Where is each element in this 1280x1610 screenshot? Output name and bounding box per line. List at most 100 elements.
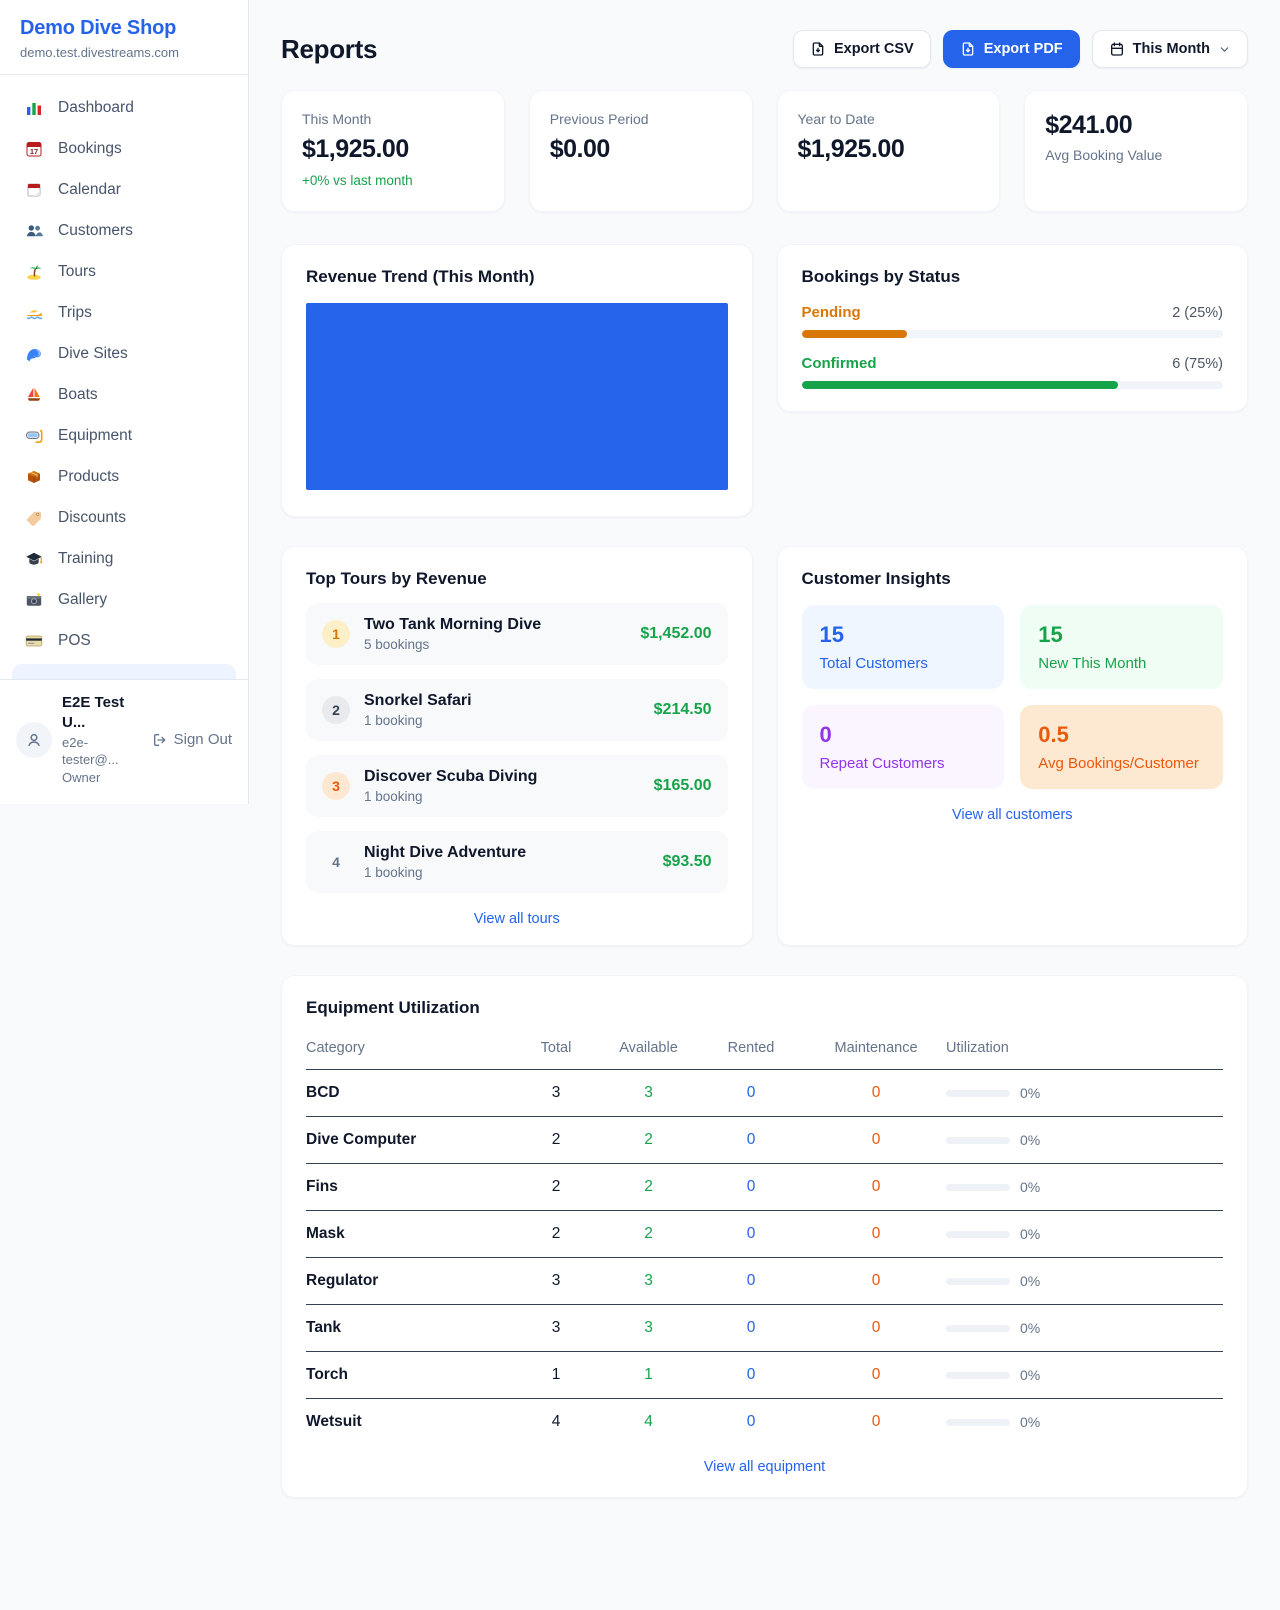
credit-card-icon (24, 631, 44, 651)
stat-label: Avg Booking Value (1045, 147, 1227, 163)
page-header: Reports Export CSV Export PDF This Month (281, 30, 1248, 68)
column-header: Available (601, 1034, 696, 1070)
utilization-bar (946, 1419, 1010, 1426)
equipment-rented: 0 (696, 1305, 806, 1352)
svg-text:17: 17 (30, 147, 38, 156)
user-email: e2e-tester@... (62, 734, 142, 769)
tour-row: 4 Night Dive Adventure 1 booking $93.50 (306, 831, 728, 893)
sidebar-item-tours[interactable]: Tours (12, 252, 236, 292)
status-bar-track (802, 381, 1224, 389)
equipment-rented: 0 (696, 1117, 806, 1164)
tour-bookings: 5 bookings (364, 637, 541, 652)
sidebar: Demo Dive Shop demo.test.divestreams.com… (0, 0, 249, 804)
main-content: Reports Export CSV Export PDF This Month… (249, 0, 1280, 1538)
calendar-icon (1109, 41, 1125, 57)
column-header: Maintenance (806, 1034, 946, 1070)
equipment-available: 3 (601, 1305, 696, 1352)
sidebar-item-calendar[interactable]: Calendar (12, 170, 236, 210)
equipment-category: Tank (306, 1305, 511, 1352)
tour-bookings: 1 booking (364, 713, 472, 728)
view-all-equipment-link[interactable]: View all equipment (306, 1459, 1223, 1475)
view-all-tours-link[interactable]: View all tours (306, 911, 728, 927)
tag-icon (24, 508, 44, 528)
equipment-total: 3 (511, 1258, 601, 1305)
rank-badge: 1 (322, 620, 350, 648)
sidebar-item-dashboard[interactable]: Dashboard (12, 88, 236, 128)
sign-out-icon (152, 732, 168, 748)
equipment-rented: 0 (696, 1164, 806, 1211)
utilization-bar (946, 1137, 1010, 1144)
stat-delta: +0% vs last month (302, 173, 484, 188)
top-tours-title: Top Tours by Revenue (306, 569, 728, 589)
tour-row: 2 Snorkel Safari 1 booking $214.50 (306, 679, 728, 741)
tour-bookings: 1 booking (364, 789, 537, 804)
sidebar-item-customers[interactable]: Customers (12, 211, 236, 251)
sidebar-item-dive-sites[interactable]: Dive Sites (12, 334, 236, 374)
sign-out-button[interactable]: Sign Out (152, 731, 232, 748)
stat-card-year-to-date: Year to Date $1,925.00 (777, 90, 1001, 212)
header-actions: Export CSV Export PDF This Month (793, 30, 1248, 68)
sidebar-item-label: Discounts (58, 509, 126, 527)
utilization-pct: 0% (1020, 1414, 1040, 1430)
equipment-maintenance: 0 (806, 1211, 946, 1258)
sidebar-item-discounts[interactable]: Discounts (12, 498, 236, 538)
sidebar-item-products[interactable]: Products (12, 457, 236, 497)
sidebar-item-gallery[interactable]: Gallery (12, 580, 236, 620)
utilization-bar (946, 1184, 1010, 1191)
sidebar-item-label: Boats (58, 386, 98, 404)
utilization-pct: 0% (1020, 1085, 1040, 1101)
utilization-pct: 0% (1020, 1320, 1040, 1336)
user-name: E2E Test U... (62, 693, 142, 734)
charts-row: Revenue Trend (This Month) Bookings by S… (281, 244, 1248, 517)
sidebar-item-bookings[interactable]: 17 Bookings (12, 129, 236, 169)
sidebar-item-equipment[interactable]: Equipment (12, 416, 236, 456)
utilization-pct: 0% (1020, 1273, 1040, 1289)
view-all-customers-link[interactable]: View all customers (802, 807, 1224, 823)
equipment-maintenance: 0 (806, 1399, 946, 1446)
top-tours-card: Top Tours by Revenue 1 Two Tank Morning … (281, 546, 753, 946)
export-pdf-button[interactable]: Export PDF (943, 30, 1080, 68)
sidebar-item-selected-partial[interactable] (12, 664, 236, 679)
equipment-available: 3 (601, 1070, 696, 1117)
period-label: This Month (1133, 41, 1210, 57)
utilization-pct: 0% (1020, 1226, 1040, 1242)
file-download-icon (810, 41, 826, 57)
status-label: Confirmed (802, 355, 877, 372)
equipment-total: 3 (511, 1305, 601, 1352)
sidebar-item-pos[interactable]: POS (12, 621, 236, 661)
export-csv-button[interactable]: Export CSV (793, 30, 931, 68)
revenue-trend-title: Revenue Trend (This Month) (306, 267, 728, 287)
tile-total-customers: 15 Total Customers (802, 605, 1005, 689)
speedboat-icon (24, 303, 44, 323)
sidebar-item-label: Gallery (58, 591, 107, 609)
sidebar-item-label: Bookings (58, 140, 122, 158)
period-dropdown[interactable]: This Month (1092, 30, 1248, 68)
equipment-available: 4 (601, 1399, 696, 1446)
equipment-table-header: Category Total Available Rented Maintena… (306, 1034, 1223, 1070)
sailboat-icon (24, 385, 44, 405)
tour-revenue: $165.00 (654, 777, 712, 795)
tour-name: Discover Scuba Diving (364, 768, 537, 785)
sidebar-item-boats[interactable]: Boats (12, 375, 236, 415)
sidebar-item-trips[interactable]: Trips (12, 293, 236, 333)
equipment-maintenance: 0 (806, 1352, 946, 1399)
stat-label: Year to Date (798, 111, 980, 127)
table-row: Wetsuit 4 4 0 0 0% (306, 1399, 1223, 1446)
tour-bookings: 1 booking (364, 865, 526, 880)
sidebar-item-training[interactable]: Training (12, 539, 236, 579)
status-row-confirmed: Confirmed 6 (75%) (802, 355, 1224, 389)
export-csv-label: Export CSV (834, 41, 914, 57)
sidebar-item-label: Trips (58, 304, 92, 322)
equipment-category: Fins (306, 1164, 511, 1211)
equipment-maintenance: 0 (806, 1070, 946, 1117)
equipment-total: 2 (511, 1117, 601, 1164)
equipment-utilization-title: Equipment Utilization (306, 998, 1223, 1018)
utilization-bar (946, 1231, 1010, 1238)
column-header: Total (511, 1034, 601, 1070)
tour-row: 1 Two Tank Morning Dive 5 bookings $1,45… (306, 603, 728, 665)
equipment-total: 2 (511, 1164, 601, 1211)
equipment-total: 2 (511, 1211, 601, 1258)
tour-row: 3 Discover Scuba Diving 1 booking $165.0… (306, 755, 728, 817)
stat-value: $0.00 (550, 135, 732, 164)
utilization-pct: 0% (1020, 1179, 1040, 1195)
